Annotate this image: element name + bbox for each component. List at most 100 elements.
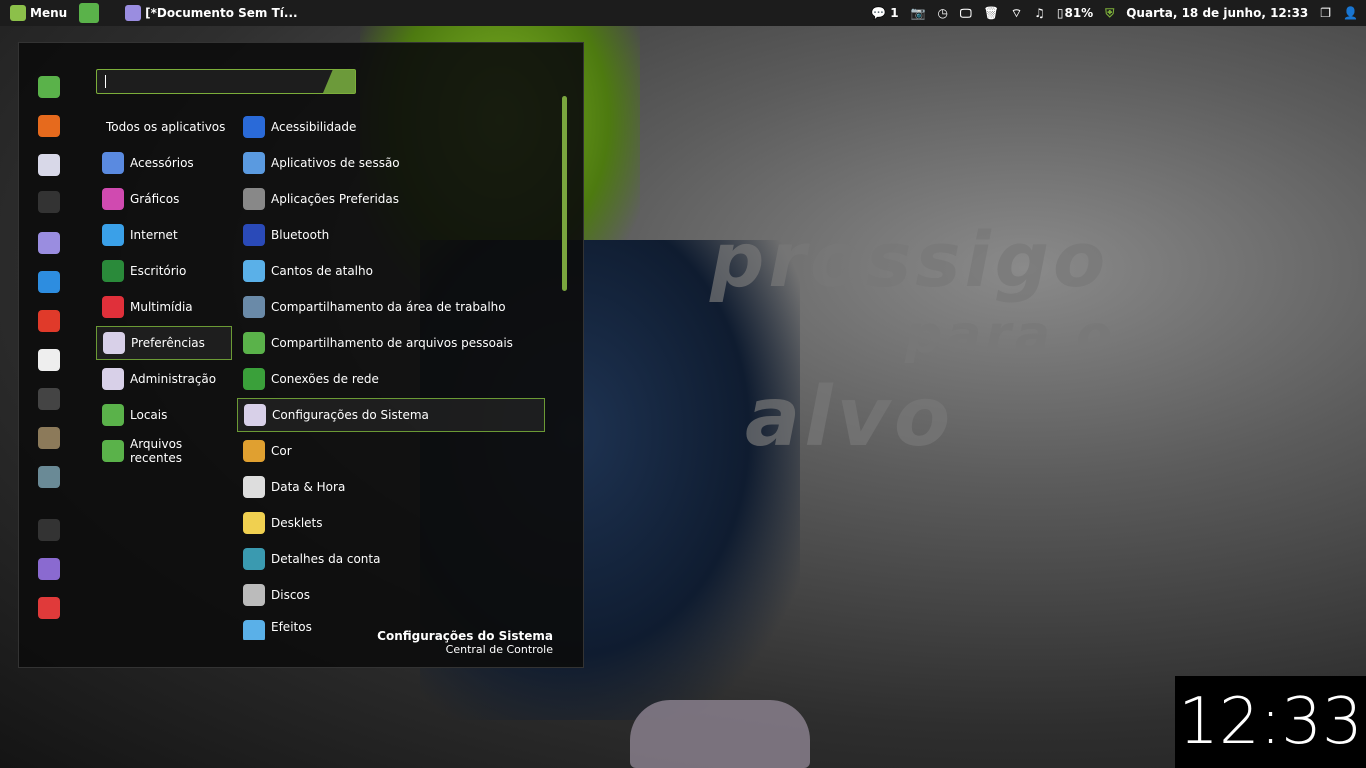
files-icon[interactable]	[38, 76, 60, 98]
app-icon	[243, 116, 265, 138]
application-menu: Todos os aplicativos Acessórios Gráficos In…	[18, 42, 584, 668]
item-label: Acessórios	[130, 156, 194, 170]
category-item[interactable]: Preferências	[96, 326, 232, 360]
system-tray: 💬 1 📷 ◷ 🖵 🗑 ⌔ ♫ ▯ 81% ⛨ Quarta, 18 de junh…	[871, 0, 1358, 26]
app-item[interactable]: Compartilhamento da área de trabalho	[237, 290, 545, 324]
app-icon	[244, 404, 266, 426]
app-icon	[243, 440, 265, 462]
app-item[interactable]: Desklets	[237, 506, 545, 540]
item-label: Discos	[271, 588, 311, 602]
text-caret	[105, 75, 106, 88]
app-icon	[102, 188, 124, 210]
scrollbar[interactable]	[562, 96, 567, 291]
app-icon	[243, 296, 265, 318]
category-item[interactable]: Todos os aplicativos	[96, 110, 232, 144]
wallpaper-shoe	[630, 700, 810, 768]
wifi-icon[interactable]: ⌔	[1011, 6, 1022, 21]
category-item[interactable]: Gráficos	[96, 182, 232, 216]
drive-icon[interactable]	[38, 466, 60, 488]
category-item[interactable]: Internet	[96, 218, 232, 252]
app-icon	[102, 152, 124, 174]
item-label: Cantos de atalho	[271, 264, 373, 278]
calculator-icon[interactable]	[38, 388, 60, 410]
notifications-applet[interactable]: 💬 1	[871, 6, 898, 20]
terminal-icon[interactable]	[38, 191, 60, 213]
app-item[interactable]: Acessibilidade	[237, 110, 545, 144]
app-icon	[243, 548, 265, 570]
item-label: Locais	[130, 408, 168, 422]
description-title: Configurações do Sistema	[377, 629, 553, 643]
app-icon	[243, 332, 265, 354]
shield-check-icon[interactable]: ⛨	[1105, 6, 1114, 21]
user-icon[interactable]: 👤	[1343, 6, 1358, 20]
app-description: Configurações do Sistema Central de Cont…	[377, 629, 553, 656]
lock-icon[interactable]	[38, 519, 60, 541]
item-label: Cor	[271, 444, 292, 458]
category-item[interactable]: Administração	[96, 362, 232, 396]
category-item[interactable]: Multimídia	[96, 290, 232, 324]
camera-icon[interactable]: 📷	[911, 6, 926, 20]
search-icon[interactable]	[323, 70, 355, 93]
app-icon	[102, 368, 124, 390]
item-label: Aplicações Preferidas	[271, 192, 400, 206]
music-icon[interactable]: ♫	[1034, 6, 1045, 20]
app-item[interactable]: Cantos de atalho	[237, 254, 545, 288]
category-item[interactable]: Escritório	[96, 254, 232, 288]
item-label: Compartilhamento de arquivos pessoais	[271, 336, 513, 350]
files-launcher-icon[interactable]	[79, 3, 100, 23]
category-item[interactable]: Acessórios	[96, 146, 232, 180]
category-item[interactable]: Arquivos recentes	[96, 434, 232, 468]
disc-icon[interactable]	[38, 310, 60, 332]
battery-icon: ▯	[1056, 6, 1064, 20]
app-item[interactable]: Aplicações Preferidas	[237, 182, 545, 216]
mint-logo-icon	[10, 5, 26, 21]
battery-applet[interactable]: ▯ 81%	[1057, 6, 1093, 20]
gimp-icon[interactable]	[38, 427, 60, 449]
app-item[interactable]: Detalhes da conta	[237, 542, 545, 576]
app-item[interactable]: Cor	[237, 434, 545, 468]
app-item[interactable]: Aplicativos de sessão	[237, 146, 545, 180]
search-input[interactable]	[96, 69, 356, 94]
item-label: Arquivos recentes	[130, 437, 183, 465]
item-label: Compartilhamento da área de trabalho	[271, 300, 506, 314]
windows-icon[interactable]: ❐	[1320, 6, 1331, 20]
app-icon	[243, 188, 265, 210]
power-icon[interactable]	[38, 597, 60, 619]
app-icon	[243, 584, 265, 606]
battery-level: 81%	[1064, 6, 1094, 20]
app-item[interactable]: Configurações do Sistema	[237, 398, 545, 432]
item-label: Acessibilidade	[271, 120, 357, 134]
text-editor-icon[interactable]	[38, 232, 60, 254]
panel-clock[interactable]: Quarta, 18 de junho, 12:33	[1126, 6, 1308, 20]
document-icon[interactable]	[38, 349, 60, 371]
item-label: Internet	[130, 228, 178, 242]
text-editor-icon	[125, 5, 142, 21]
item-label: Bluetooth	[271, 228, 330, 242]
app-icon	[102, 224, 124, 246]
item-label: Configurações do Sistema	[272, 408, 429, 422]
item-label: Conexões de rede	[271, 372, 379, 386]
notification-count: 1	[890, 6, 899, 20]
app-item[interactable]: Discos	[237, 578, 545, 612]
firefox-icon[interactable]	[38, 115, 60, 137]
logout-icon[interactable]	[38, 558, 60, 580]
monitor-icon[interactable]: 🖵	[960, 6, 972, 21]
item-label: Todos os aplicativos	[106, 120, 226, 134]
app-icon	[102, 296, 124, 318]
item-label: Preferências	[131, 336, 205, 350]
app-item[interactable]: Compartilhamento de arquivos pessoais	[237, 326, 545, 360]
clock-icon[interactable]: ◷	[938, 6, 948, 20]
app-icon	[243, 476, 265, 498]
app-item[interactable]: Data & Hora	[237, 470, 545, 504]
category-item[interactable]: Locais	[96, 398, 232, 432]
settings-toggle-icon[interactable]	[38, 154, 60, 176]
app-item[interactable]: Bluetooth	[237, 218, 545, 252]
taskbar-window[interactable]: [*Documento Sem Tí...	[125, 5, 298, 21]
menu-button[interactable]: Menu	[10, 5, 67, 21]
trash-icon[interactable]: 🗑	[984, 6, 999, 20]
item-label: Efeitos	[271, 620, 312, 634]
window-title: [*Documento Sem Tí...	[145, 6, 298, 20]
item-label: Aplicativos de sessão	[271, 156, 400, 170]
download-icon[interactable]	[38, 271, 60, 293]
app-item[interactable]: Conexões de rede	[237, 362, 545, 396]
